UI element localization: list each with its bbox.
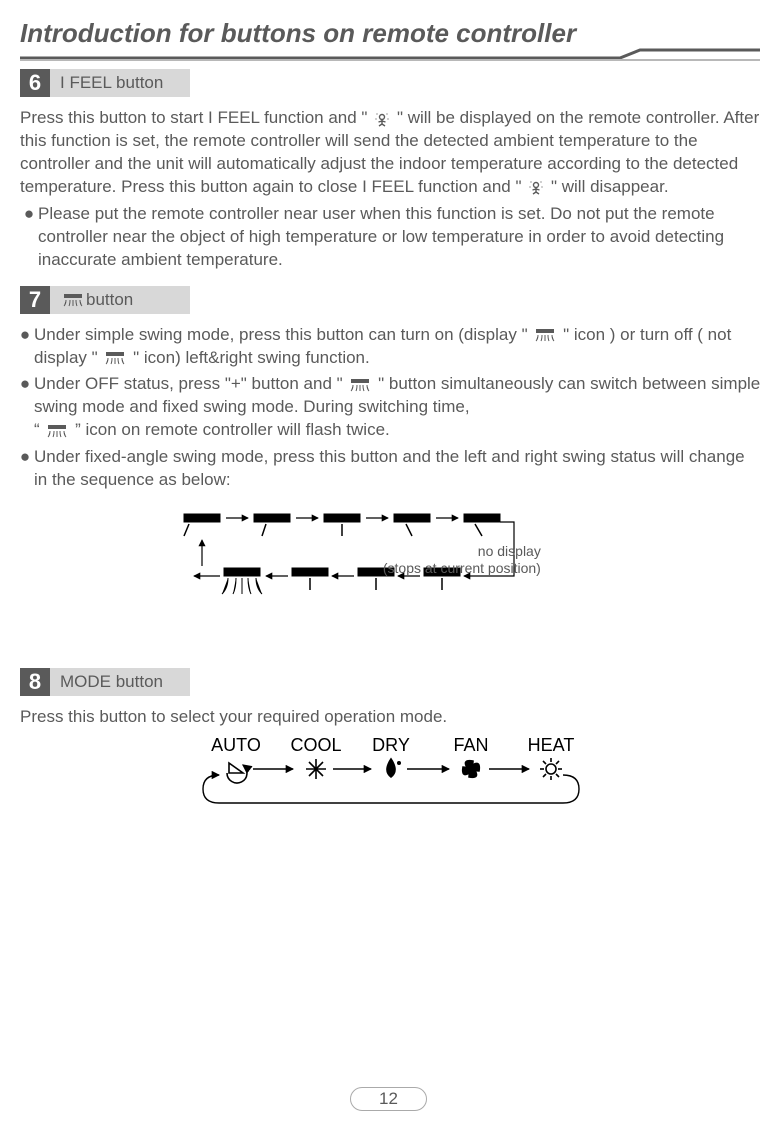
bullet-text: Please put the remote controller near us… [38, 203, 761, 272]
text: Under simple swing mode, press this butt… [34, 325, 532, 344]
section-7-header: 7 button [20, 286, 190, 314]
text: ” icon on remote controller will flash t… [75, 420, 390, 439]
swing-icon [349, 378, 371, 392]
swing-icon [62, 293, 84, 307]
mode-cool-label: COOL [290, 735, 341, 755]
section-8-header: 8 MODE button [20, 668, 190, 696]
section-6-body: Press this button to start I FEEL functi… [20, 107, 761, 272]
text: (stops at current position) [383, 560, 541, 576]
ifeel-icon [528, 179, 544, 195]
section-number: 6 [20, 69, 50, 97]
mode-dry-label: DRY [372, 735, 410, 755]
page-number-wrap: 12 [0, 1087, 777, 1111]
diagram-label: no display (stops at current position) [383, 543, 541, 577]
section-number: 7 [20, 286, 50, 314]
text: Under OFF status, press "+" button and " [34, 374, 343, 393]
section-label: MODE button [50, 668, 190, 696]
section-8-body: Press this button to select your require… [20, 706, 761, 822]
text: “ [34, 420, 44, 439]
page-number: 12 [350, 1087, 427, 1111]
text: Press this button to start I FEEL functi… [20, 108, 367, 127]
text: " will disappear. [551, 177, 669, 196]
section-label: button [50, 286, 190, 314]
bullet-text: Under fixed-angle swing mode, press this… [34, 446, 761, 492]
page-title: Introduction for buttons on remote contr… [20, 18, 584, 49]
mode-cycle-diagram: AUTO COOL DRY FAN HEAT [20, 735, 761, 822]
text: no display [478, 543, 541, 559]
text: " icon) left&right swing function. [133, 348, 370, 367]
section-6-header: 6 I FEEL button [20, 69, 190, 97]
swing-icon [104, 351, 126, 365]
section-label-text: button [86, 290, 133, 310]
section-label: I FEEL button [50, 69, 190, 97]
mode-fan-label: FAN [453, 735, 488, 755]
swing-sequence-diagram: no display (stops at current position) [16, 506, 761, 628]
section-7-body: ● Under simple swing mode, press this bu… [16, 324, 761, 629]
bullet-dot: ● [16, 373, 34, 442]
swing-icon [46, 424, 68, 438]
page-title-wrap: Introduction for buttons on remote contr… [20, 18, 761, 49]
text: Press this button to select your require… [20, 706, 761, 729]
swing-icon [534, 328, 556, 342]
bullet-dot: ● [16, 324, 34, 370]
mode-heat-label: HEAT [527, 735, 574, 755]
ifeel-icon [374, 111, 390, 127]
bullet-dot: ● [20, 203, 38, 272]
bullet-dot: ● [16, 446, 34, 492]
section-number: 8 [20, 668, 50, 696]
mode-auto-label: AUTO [211, 735, 261, 755]
